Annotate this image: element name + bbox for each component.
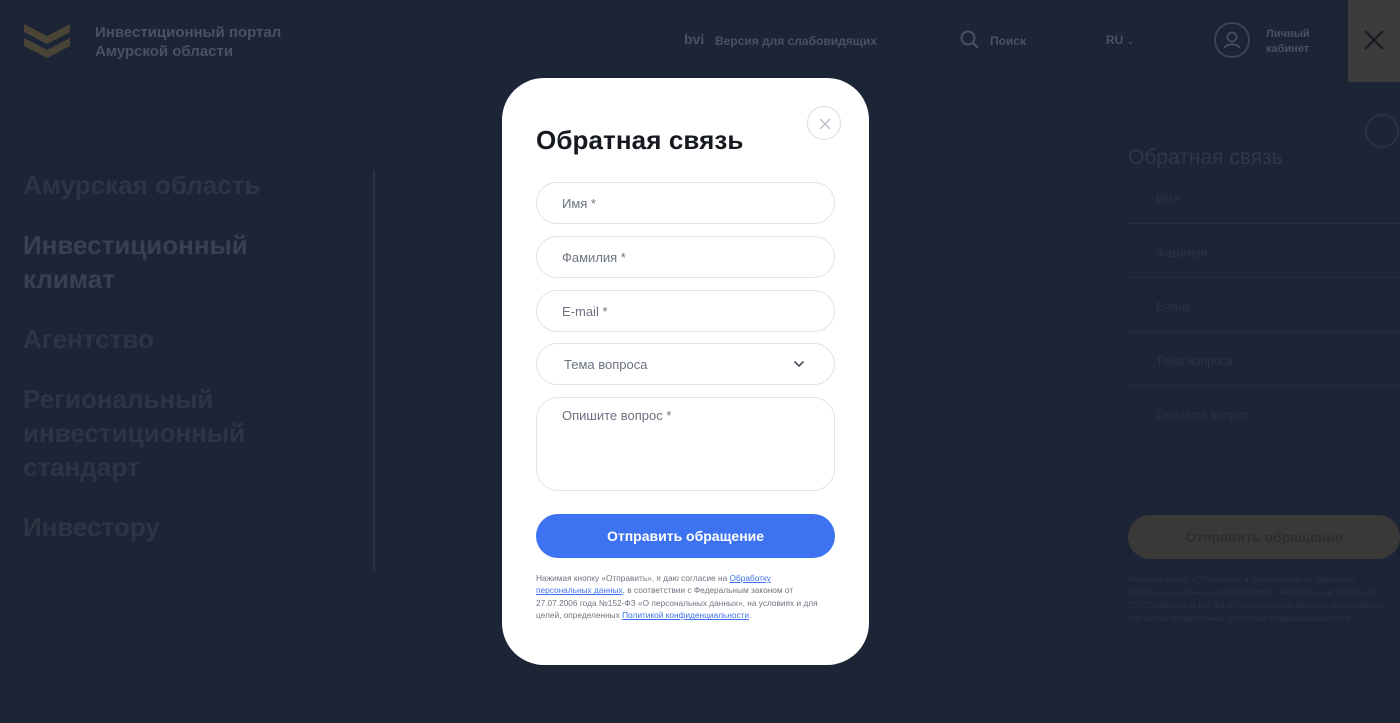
menu-item-investment-climate[interactable]: Инвестиционный климат <box>23 228 343 296</box>
background-consent-link-2: Политикой конфиденциальности <box>1226 614 1350 623</box>
chevron-down-icon: ⌄ <box>1126 36 1135 46</box>
background-field-topic: Тема вопроса <box>1128 332 1400 386</box>
close-icon <box>1364 30 1384 50</box>
background-field-name: Имя <box>1128 170 1400 224</box>
menu-item-agency[interactable]: Агентство <box>23 322 343 356</box>
search-icon[interactable] <box>960 30 980 50</box>
privacy-policy-link[interactable]: Политикой конфиденциальности <box>622 610 749 620</box>
portal-logo-icon <box>24 24 70 58</box>
search-link[interactable]: Поиск <box>990 34 1026 48</box>
background-field-email: E-mail <box>1128 278 1400 332</box>
background-consent-part-1: Нажимая кнопку «Отправить», я даю соглас… <box>1128 575 1315 584</box>
main-menu: Амурская область Инвестиционный климат А… <box>23 168 343 570</box>
question-textarea[interactable] <box>536 397 835 491</box>
logo-line-1: Инвестиционный портал <box>95 24 282 41</box>
background-field-question: Опишите вопрос <box>1156 408 1249 422</box>
consent-text-part-1: Нажимая кнопку «Отправить», я даю соглас… <box>536 573 730 583</box>
accessibility-eye-icon[interactable]: bvi <box>684 31 704 47</box>
accessibility-link[interactable]: Версия для слабовидящих <box>715 34 877 48</box>
background-feedback-form: Обратная связь Имя Фамилия E-mail Тема в… <box>1128 140 1400 440</box>
consent-text-part-3: . <box>749 610 752 621</box>
menu-close-button[interactable] <box>1348 0 1400 82</box>
close-icon <box>819 118 831 130</box>
email-input[interactable] <box>536 290 835 332</box>
background-submit-button: Отправить обращение <box>1128 515 1400 559</box>
portal-logo-text[interactable]: Инвестиционный портал Амурской области <box>95 23 281 61</box>
menu-item-investor[interactable]: Инвестору <box>23 510 343 544</box>
submit-button[interactable]: Отправить обращение <box>536 514 835 558</box>
user-avatar-icon[interactable] <box>1214 22 1250 58</box>
personal-cabinet-link[interactable]: Личный кабинет <box>1266 27 1310 57</box>
background-form-title: Обратная связь <box>1128 146 1283 169</box>
topic-select-label: Тема вопроса <box>564 357 648 372</box>
background-field-surname: Фамилия <box>1128 224 1400 278</box>
chevron-down-icon <box>793 360 805 368</box>
modal-title: Обратная связь <box>536 125 744 155</box>
cabinet-line-1: Личный <box>1266 28 1310 40</box>
language-selector[interactable]: RU ⌄ <box>1106 33 1134 47</box>
menu-item-amur-region[interactable]: Амурская область <box>23 168 343 202</box>
feedback-modal: Обратная связь Тема вопроса Отправить об… <box>502 78 869 665</box>
menu-divider <box>373 170 375 570</box>
cabinet-line-2: кабинет <box>1266 43 1310 55</box>
language-label: RU <box>1106 33 1124 47</box>
modal-close-button[interactable] <box>807 106 841 140</box>
menu-item-regional-standard[interactable]: Региональный инвестиционный стандарт <box>23 382 343 484</box>
name-input[interactable] <box>536 182 835 224</box>
topic-select[interactable]: Тема вопроса <box>536 343 835 385</box>
background-consent-text: Нажимая кнопку «Отправить», я даю соглас… <box>1128 573 1398 625</box>
consent-text: Нажимая кнопку «Отправить», я даю соглас… <box>536 572 828 622</box>
logo-line-2: Амурской области <box>95 43 234 60</box>
surname-input[interactable] <box>536 236 835 278</box>
